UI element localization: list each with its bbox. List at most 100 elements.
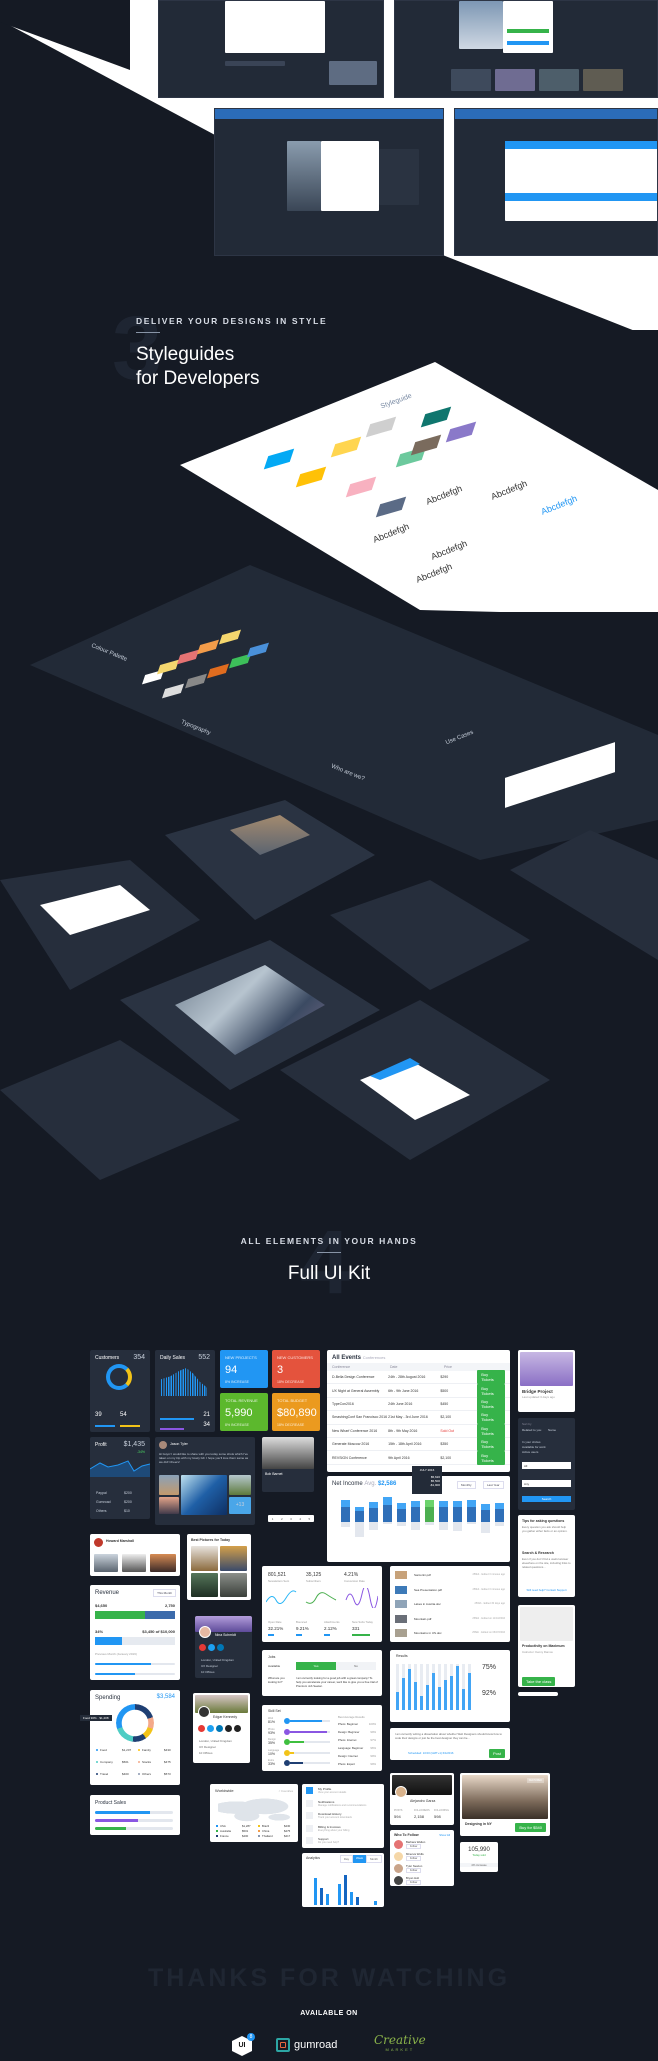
analytics-tab-day[interactable]: Day bbox=[340, 1855, 353, 1863]
user-dark-name: Nina Schmidt bbox=[215, 1633, 236, 1637]
file-name[interactable]: Lakes in Austria.doc bbox=[414, 1602, 441, 1606]
results-bar[interactable] bbox=[456, 1666, 459, 1710]
skill-result-label: Photo: Internet bbox=[338, 1738, 357, 1742]
analytics-bar[interactable] bbox=[320, 1887, 323, 1905]
file-meta: 256kb · Edited on 06/07/2016 bbox=[472, 1631, 505, 1634]
net-income-range-dropdown[interactable]: Last Year bbox=[483, 1481, 504, 1489]
analytics-tab-week[interactable]: Week bbox=[352, 1855, 367, 1863]
analytics-bar[interactable] bbox=[338, 1884, 341, 1905]
who-to-follow-link[interactable]: Show All bbox=[439, 1833, 450, 1837]
stat-tile: TOTAL REVENUE 5,990 8% INCREASE bbox=[220, 1393, 268, 1431]
event-row: UX Night at General Assembly 6th - 9th Ju… bbox=[327, 1383, 510, 1398]
analytics-bar[interactable] bbox=[344, 1874, 347, 1905]
city-card-buy-button[interactable]: Buy for $540 bbox=[515, 1823, 546, 1832]
profit-row-paypal-value: $200 bbox=[124, 1491, 132, 1495]
filter-position-input[interactable]: Any bbox=[522, 1480, 571, 1487]
buy-tickets-button[interactable]: Buy Tickets bbox=[477, 1410, 505, 1425]
results-bar[interactable] bbox=[462, 1689, 465, 1710]
tips-title2: Search & Research bbox=[522, 1551, 554, 1555]
analytics-bar[interactable] bbox=[374, 1901, 377, 1905]
net-income-period-dropdown[interactable]: Monthly bbox=[457, 1481, 476, 1489]
file-name[interactable]: Santorini.pdf bbox=[414, 1573, 431, 1577]
follow-button[interactable]: Follow bbox=[406, 1844, 422, 1849]
spending-amount: $1,207 bbox=[122, 1748, 132, 1752]
analytics-bar[interactable] bbox=[314, 1878, 317, 1905]
profit-change: -34% bbox=[136, 1450, 145, 1454]
tips-support-link[interactable]: Still need help? Contact Support bbox=[522, 1588, 571, 1592]
compose-body[interactable]: I am currently writing a dissertation ab… bbox=[395, 1732, 505, 1740]
filter-show-1[interactable]: In your circles bbox=[522, 1440, 541, 1444]
prev-month-label: Previous Month (January 2016) bbox=[95, 1652, 137, 1656]
results-bar[interactable] bbox=[468, 1673, 471, 1710]
post-more-photos[interactable]: +13 bbox=[229, 1497, 251, 1514]
user-dark-offices: 10 Offices bbox=[201, 1670, 215, 1674]
analytics-bar[interactable] bbox=[350, 1891, 353, 1905]
filter-location-input[interactable]: All bbox=[522, 1462, 571, 1469]
store-creative-market[interactable]: Creative MARKET bbox=[374, 2033, 426, 2052]
results-bar[interactable] bbox=[408, 1668, 411, 1710]
results-bar[interactable] bbox=[420, 1696, 423, 1710]
net-income-tooltip: JULY 2016 $5,620 $5,500 -$1,900 bbox=[412, 1466, 442, 1494]
store-gumroad[interactable]: gumroad bbox=[276, 2038, 337, 2052]
analytics-bar[interactable] bbox=[326, 1893, 329, 1905]
page-2[interactable]: 2 bbox=[281, 1517, 283, 1521]
post-main-photo[interactable] bbox=[181, 1475, 227, 1515]
spending-dot bbox=[138, 1761, 140, 1763]
file-name[interactable]: Sea Presentation.pdf bbox=[414, 1588, 442, 1592]
skill-pct: 93% bbox=[268, 1730, 276, 1735]
skill-set-card: Skill Set Web 81% Photo 93% Design 35% Languag… bbox=[262, 1705, 382, 1771]
revenue-dropdown[interactable]: This Month bbox=[153, 1589, 176, 1597]
results-bar[interactable] bbox=[426, 1684, 429, 1710]
compose-post-button[interactable]: Post bbox=[488, 1749, 505, 1758]
results-bar[interactable] bbox=[396, 1691, 399, 1710]
buy-tickets-button[interactable]: Buy Tickets bbox=[477, 1383, 505, 1398]
follow-button[interactable]: Follow bbox=[406, 1880, 422, 1885]
events-table: All Events Conferences Conference Date P… bbox=[327, 1350, 510, 1472]
page-3[interactable]: 3 bbox=[290, 1517, 292, 1521]
follow-button[interactable]: Follow bbox=[406, 1868, 422, 1873]
counter-label: Today sold bbox=[472, 1853, 486, 1857]
buy-tickets-button[interactable]: Buy Tickets bbox=[477, 1423, 505, 1438]
filter-sort-related[interactable]: Related to you bbox=[522, 1428, 541, 1432]
income-bar-top bbox=[481, 1504, 490, 1510]
page-5[interactable]: 5 bbox=[309, 1517, 311, 1521]
country-name: Australia bbox=[220, 1829, 231, 1833]
spending-card: Spending $3,584 Food $1,207 Family $430 Comp… bbox=[90, 1690, 180, 1785]
follow-avatar bbox=[394, 1852, 403, 1861]
buy-tickets-button[interactable]: Buy Tickets bbox=[477, 1450, 505, 1465]
best-pictures-title: Best Pictures for Today bbox=[191, 1538, 231, 1542]
filter-sort-name[interactable]: Name bbox=[548, 1428, 556, 1432]
results-bar[interactable] bbox=[402, 1677, 405, 1710]
file-name[interactable]: Mountains in US.doc bbox=[414, 1631, 442, 1635]
income-bar-top bbox=[383, 1497, 392, 1505]
jobs-no-button[interactable]: No bbox=[336, 1662, 376, 1670]
jobs-yes-button[interactable]: Yes bbox=[296, 1662, 336, 1670]
follow-button[interactable]: Follow bbox=[406, 1856, 422, 1861]
user-light-offices: 10 Offices bbox=[199, 1751, 213, 1755]
filter-show-2[interactable]: Available for work bbox=[522, 1445, 546, 1449]
user-light-role: UX Designer bbox=[199, 1745, 217, 1749]
buy-tickets-button[interactable]: Buy Tickets bbox=[477, 1396, 505, 1411]
results-bar[interactable] bbox=[444, 1680, 447, 1710]
page-4[interactable]: 4 bbox=[299, 1517, 301, 1521]
budget-progress bbox=[95, 1637, 175, 1645]
page-1[interactable]: 1 bbox=[272, 1517, 274, 1521]
file-name[interactable]: Mountain.pdf bbox=[414, 1617, 431, 1621]
buy-tickets-button[interactable]: Buy Tickets bbox=[477, 1437, 505, 1452]
results-bar[interactable] bbox=[414, 1682, 417, 1710]
available-on-label: AVAILABLE ON bbox=[300, 2010, 358, 2017]
results-bar[interactable] bbox=[450, 1675, 453, 1710]
filter-search-button[interactable]: Search bbox=[522, 1496, 571, 1502]
user-dark-socials bbox=[199, 1644, 224, 1651]
spending-amount: $573 bbox=[164, 1772, 171, 1776]
screenshot-gallery-checkout bbox=[394, 0, 658, 98]
filter-show-3[interactable]: Active users bbox=[522, 1450, 538, 1454]
worldwide-countries-link[interactable]: < Countries bbox=[279, 1789, 293, 1793]
buy-tickets-button[interactable]: Buy Tickets bbox=[477, 1370, 505, 1385]
results-bar[interactable] bbox=[432, 1673, 435, 1710]
analytics-bar[interactable] bbox=[356, 1897, 359, 1905]
analytics-tab-month[interactable]: Month bbox=[366, 1855, 382, 1863]
results-bar[interactable] bbox=[438, 1687, 441, 1710]
course-take-class-button[interactable]: Take the class bbox=[522, 1677, 556, 1686]
follow-avatar bbox=[394, 1840, 403, 1849]
